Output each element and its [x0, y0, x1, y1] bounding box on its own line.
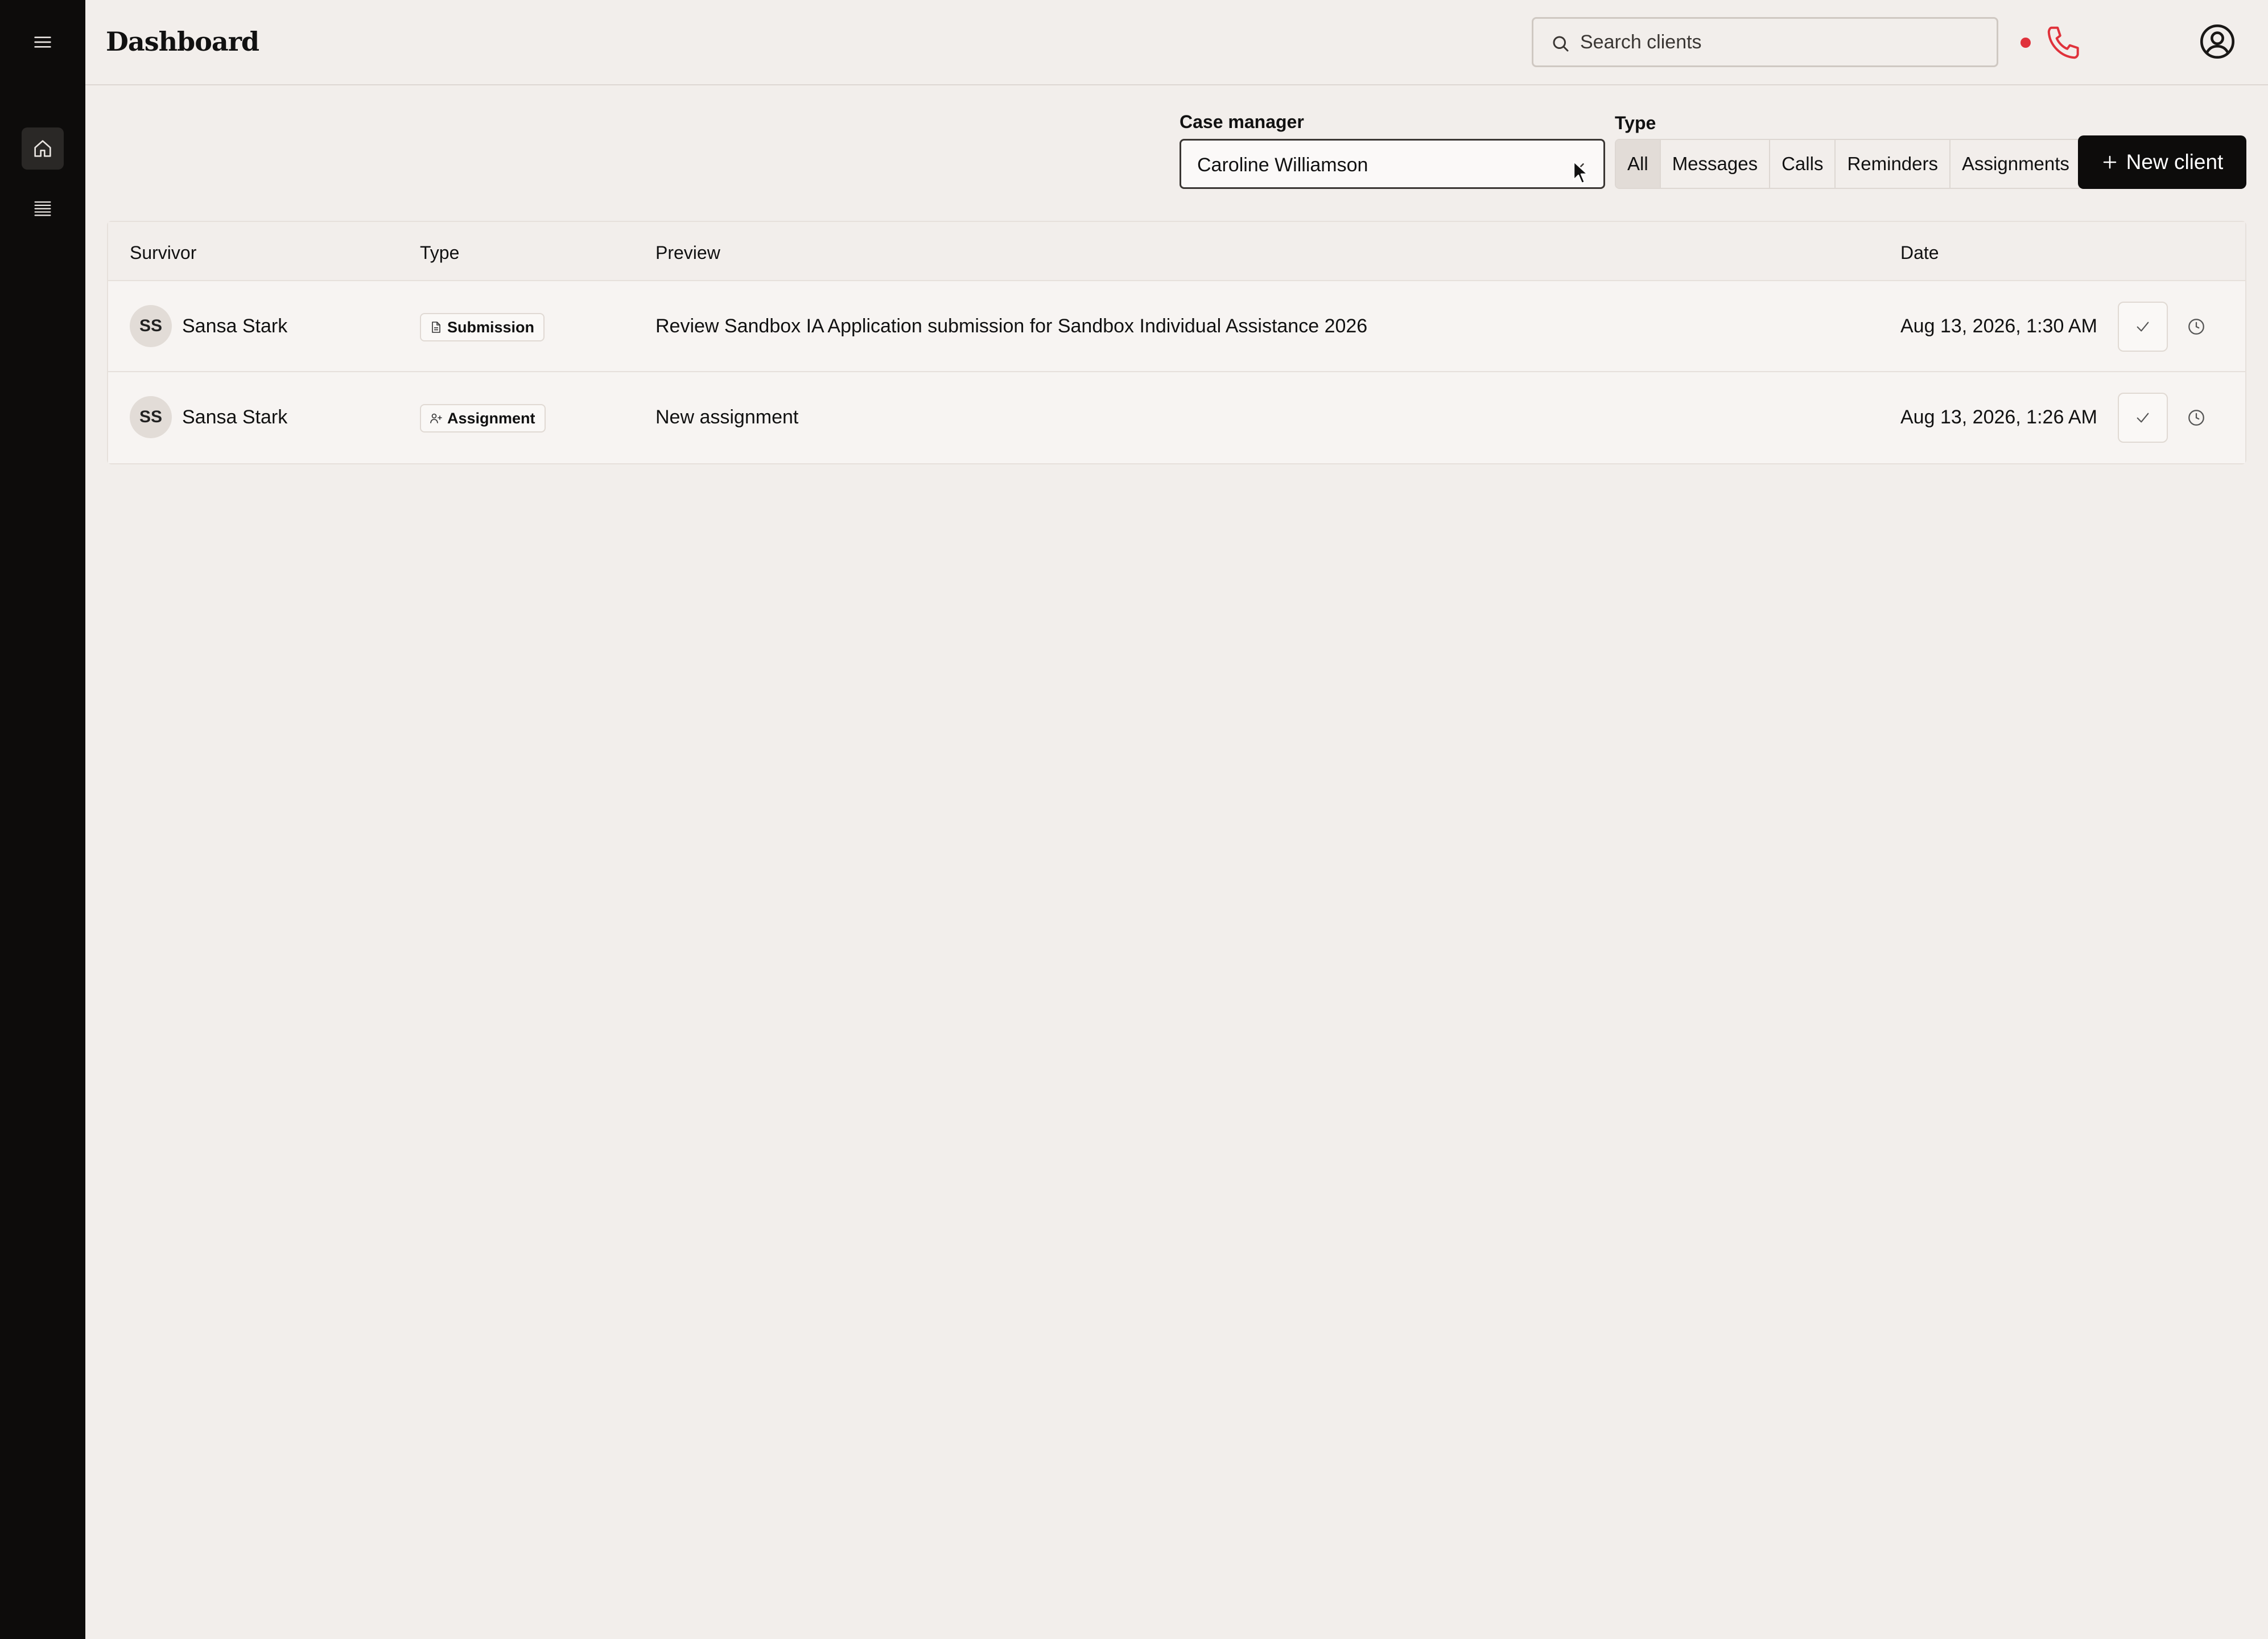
type-option-assignments[interactable]: Assignments	[1951, 140, 2081, 188]
type-badge: Assignment	[420, 404, 546, 433]
search-icon	[1553, 36, 1569, 52]
type-filter: All Messages Calls Reminders Assignments	[1615, 139, 2082, 189]
type-option-messages[interactable]: Messages	[1661, 140, 1771, 188]
mouse-cursor-icon	[1573, 160, 1589, 184]
call-status-dot	[2020, 38, 2031, 48]
sidebar-item-home[interactable]	[22, 127, 64, 170]
new-client-label: New client	[2126, 150, 2224, 174]
menu-button[interactable]	[22, 21, 64, 63]
type-option-all[interactable]: All	[1616, 140, 1661, 188]
activity-table: Survivor Type Preview Date SS Sansa Star…	[107, 221, 2246, 464]
preview-text: Review Sandbox IA Application submission…	[655, 315, 1368, 337]
document-icon	[432, 322, 440, 333]
table-header: Survivor Type Preview Date	[108, 222, 2245, 281]
case-manager-value: Caroline Williamson	[1197, 154, 1368, 176]
survivor-name[interactable]: Sansa Stark	[182, 406, 287, 429]
check-icon	[2137, 413, 2149, 423]
row-date: Aug 13, 2026, 1:30 AM	[1900, 315, 2097, 337]
row-date: Aug 13, 2026, 1:26 AM	[1900, 406, 2097, 428]
preview-text: New assignment	[655, 406, 799, 428]
column-header-preview[interactable]: Preview	[655, 242, 720, 263]
table-row[interactable]: SS Sansa Stark Submission Review Sandbox…	[108, 281, 2245, 372]
survivor-name[interactable]: Sansa Stark	[182, 315, 287, 337]
clock-icon	[2188, 319, 2204, 335]
home-icon	[34, 140, 51, 157]
type-filter-label: Type	[1615, 113, 1656, 133]
menu-icon	[34, 36, 51, 48]
user-profile-icon[interactable]	[2197, 22, 2237, 61]
sidebar	[0, 0, 85, 1639]
case-manager-label: Case manager	[1180, 112, 1304, 132]
mark-done-button[interactable]	[2118, 302, 2168, 352]
clock-icon	[2188, 410, 2204, 426]
plus-icon	[2103, 155, 2116, 169]
snooze-button[interactable]	[2182, 312, 2211, 341]
user-plus-icon	[430, 413, 442, 423]
page-title: Dashboard	[106, 26, 259, 57]
avatar: SS	[130, 396, 172, 438]
check-icon	[2137, 322, 2149, 332]
column-header-type[interactable]: Type	[420, 242, 459, 263]
table-row[interactable]: SS Sansa Stark Assignment New assignment…	[108, 372, 2245, 463]
column-header-survivor[interactable]: Survivor	[130, 242, 196, 263]
type-badge-label: Submission	[447, 318, 535, 336]
list-icon	[34, 201, 51, 216]
search-input[interactable]	[1580, 24, 1978, 60]
type-badge: Submission	[420, 313, 545, 341]
search-box[interactable]	[1532, 17, 1998, 67]
column-header-date[interactable]: Date	[1900, 242, 1939, 263]
case-manager-select[interactable]: Caroline Williamson	[1180, 139, 1605, 189]
type-option-reminders[interactable]: Reminders	[1836, 140, 1951, 188]
avatar: SS	[130, 305, 172, 347]
phone-icon[interactable]	[2043, 22, 2085, 64]
new-client-button[interactable]: New client	[2078, 135, 2246, 189]
mark-done-button[interactable]	[2118, 393, 2168, 443]
type-badge-label: Assignment	[447, 409, 535, 427]
snooze-button[interactable]	[2182, 403, 2211, 433]
sidebar-item-list[interactable]	[22, 187, 64, 229]
type-option-calls[interactable]: Calls	[1770, 140, 1836, 188]
